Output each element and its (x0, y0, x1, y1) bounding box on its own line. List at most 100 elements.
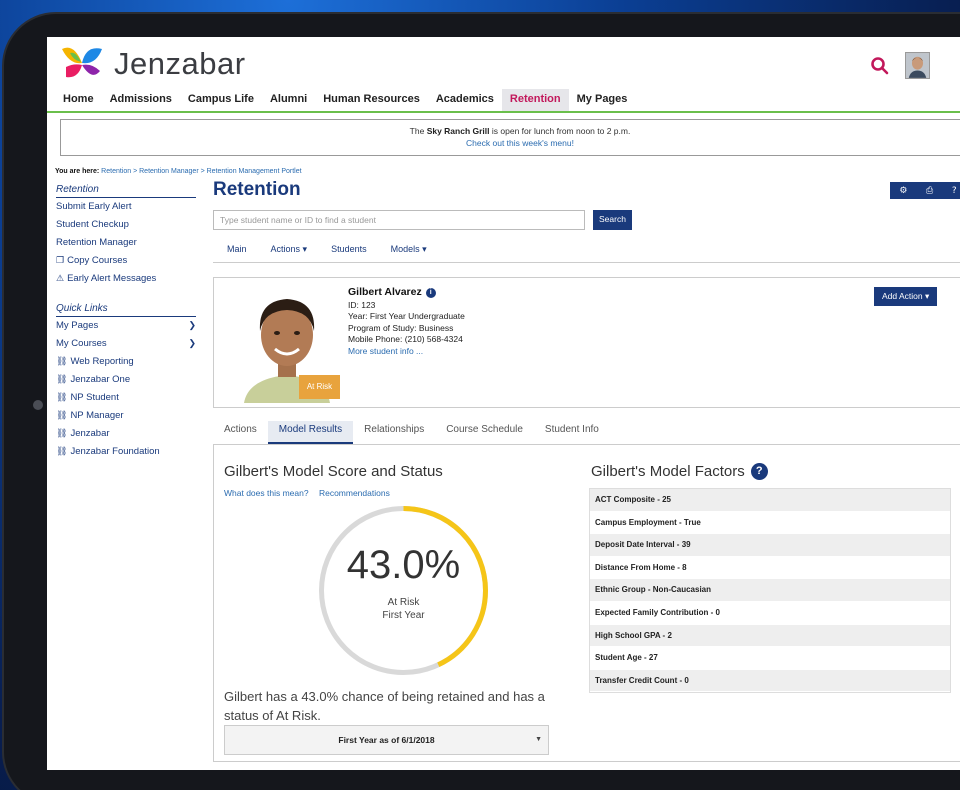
link-icon: ⛓ (56, 374, 68, 384)
nav-campus-life[interactable]: Campus Life (180, 89, 262, 111)
status-badge: At Risk (299, 375, 340, 399)
chevron-down-icon[interactable]: ❯ (188, 338, 196, 349)
nav-academics[interactable]: Academics (428, 89, 502, 111)
more-student-info-link[interactable]: More student info ... (348, 346, 465, 358)
what-does-this-mean-link[interactable]: What does this mean? (224, 488, 309, 498)
student-name: Gilbert Alvarez (348, 286, 422, 298)
butterfly-logo-icon (62, 47, 102, 78)
student-id: ID: 123 (348, 299, 376, 310)
tab-course-schedule[interactable]: Course Schedule (435, 421, 534, 444)
subnav-actions[interactable]: Actions ▾ (271, 244, 308, 262)
announcement-banner: The Sky Ranch Grill is open for lunch fr… (60, 119, 960, 156)
list-item: High School GPA - 2 (590, 624, 950, 648)
student-year: Year: First Year Undergraduate (348, 311, 465, 321)
nav-alumni[interactable]: Alumni (262, 89, 315, 111)
subnav-models[interactable]: Models ▾ (391, 244, 427, 262)
nav-retention[interactable]: Retention (501, 89, 569, 111)
factors-title-text: Gilbert's Model Factors (591, 463, 745, 480)
tab-model-results[interactable]: Model Results (267, 421, 354, 444)
announcement-text: is open for lunch from noon to 2 p.m. (491, 126, 631, 136)
sidebar-item-copy-courses[interactable]: ❐ Copy Courses (56, 252, 196, 270)
subnav-main[interactable]: Main (227, 244, 247, 262)
link-icon: ⛓ (56, 356, 68, 366)
announcement-link[interactable]: Check out this week's menu! (61, 137, 960, 149)
sidebar-item-web-reporting[interactable]: ⛓ Web Reporting (56, 353, 196, 371)
tab-student-info[interactable]: Student Info (534, 421, 610, 444)
nav-home[interactable]: Home (55, 89, 102, 111)
search-icon[interactable] (870, 56, 890, 76)
sidebar-item-np-student[interactable]: ⛓ NP Student (56, 389, 196, 407)
sidebar-item-my-pages[interactable]: My Pages ❯ (56, 317, 196, 335)
sidebar-item-np-manager[interactable]: ⛓ NP Manager (56, 407, 196, 425)
user-avatar[interactable] (905, 52, 930, 79)
add-action-button[interactable]: Add Action ▾ (874, 287, 938, 306)
student-search-input[interactable]: Type student name or ID to find a studen… (213, 210, 585, 230)
sidebar-item-label: Early Alert Messages (67, 273, 157, 284)
chevron-down-icon[interactable]: ❯ (188, 320, 196, 331)
nav-my-pages[interactable]: My Pages (569, 89, 636, 111)
nav-human-resources[interactable]: Human Resources (315, 89, 428, 111)
sidebar-item-my-courses[interactable]: My Courses ❯ (56, 335, 196, 353)
sidebar: Retention Submit Early Alert Student Che… (56, 181, 196, 461)
subnav-students[interactable]: Students (331, 244, 367, 262)
retention-subnav: Main Actions ▾ Students Models ▾ (213, 244, 960, 263)
camera-icon (33, 400, 43, 410)
sidebar-retention-title: Retention (56, 181, 196, 198)
recommendations-link[interactable]: Recommendations (319, 488, 390, 498)
student-card: At Risk Gilbert Alvarez i ID: 123 Year: F… (213, 277, 960, 408)
nav-admissions[interactable]: Admissions (102, 89, 180, 111)
student-info: Gilbert Alvarez i ID: 123 Year: First Yea… (348, 286, 465, 358)
sidebar-item-submit-early-alert[interactable]: Submit Early Alert (56, 198, 196, 216)
score-status: At Risk First Year (316, 596, 491, 622)
brand-logo[interactable]: Jenzabar (60, 45, 246, 83)
score-summary: Gilbert has a 43.0% chance of being reta… (224, 689, 545, 723)
model-period-select[interactable]: First Year as of 6/1/2018 ▼ (224, 725, 549, 755)
sidebar-item-retention-manager[interactable]: Retention Manager (56, 234, 196, 252)
student-phone: Mobile Phone: (210) 568-4324 (348, 334, 463, 344)
page-title: Retention (213, 179, 301, 200)
info-icon[interactable]: i (425, 287, 436, 298)
announcement-prefix: The (409, 126, 425, 136)
tab-actions[interactable]: Actions (213, 421, 268, 444)
sidebar-item-jenzabar-foundation[interactable]: ⛓ Jenzabar Foundation (56, 443, 196, 461)
student-search: Type student name or ID to find a studen… (213, 210, 960, 230)
sidebar-item-label: Web Reporting (70, 356, 134, 367)
link-icon: ⛓ (56, 446, 68, 456)
breadcrumb-path[interactable]: Retention > Retention Manager > Retentio… (101, 168, 301, 175)
help-icon[interactable]: ? (952, 186, 957, 196)
sidebar-item-label: Jenzabar One (70, 374, 131, 385)
sidebar-item-label: Student Checkup (56, 219, 129, 230)
sidebar-item-label: Copy Courses (67, 255, 128, 266)
help-icon[interactable]: ? (750, 463, 768, 480)
caret-down-icon: ▼ (535, 736, 542, 743)
sidebar-item-label: Retention Manager (56, 237, 137, 248)
sidebar-item-jenzabar[interactable]: ⛓ Jenzabar (56, 425, 196, 443)
list-item: Distance From Home - 8 (590, 556, 950, 580)
sidebar-item-early-alert-messages[interactable]: ⚠ Early Alert Messages (56, 270, 196, 288)
breadcrumb: You are here: Retention > Retention Mana… (55, 168, 960, 175)
link-icon: ⛓ (56, 392, 68, 402)
print-icon[interactable]: ⎙ (926, 186, 933, 196)
sidebar-item-student-checkup[interactable]: Student Checkup (56, 216, 196, 234)
list-item: Deposit Date Interval - 39 (590, 534, 950, 557)
factors-title: Gilbert's Model Factors? (591, 463, 768, 480)
model-results-panel: Gilbert's Model Score and Status What do… (213, 444, 960, 762)
sidebar-item-label: My Pages (56, 320, 99, 331)
score-title: Gilbert's Model Score and Status (224, 463, 443, 480)
sidebar-item-label: NP Manager (70, 410, 124, 421)
app-screen: Jenzabar Home Admissions Campus Life Alu… (47, 37, 960, 770)
sidebar-item-jenzabar-one[interactable]: ⛓ Jenzabar One (56, 371, 196, 389)
sidebar-item-label: My Courses (56, 338, 107, 349)
tab-relationships[interactable]: Relationships (353, 421, 435, 444)
student-tabs: Actions Model Results Relationships Cour… (213, 421, 960, 444)
copy-icon: ❐ (56, 255, 65, 265)
gear-icon[interactable]: ⚙ (899, 186, 907, 196)
breadcrumb-label: You are here: (55, 168, 100, 175)
list-item: Expected Family Contribution - 0 (590, 601, 950, 625)
announcement-highlight: Sky Ranch Grill (426, 126, 490, 136)
student-program: Program of Study: Business (348, 322, 454, 333)
sidebar-item-label: Submit Early Alert (56, 201, 132, 212)
utility-toolbar: ⚙ ⎙ ? (890, 182, 960, 199)
search-button[interactable]: Search (593, 210, 632, 230)
brand-name: Jenzabar (114, 46, 246, 81)
